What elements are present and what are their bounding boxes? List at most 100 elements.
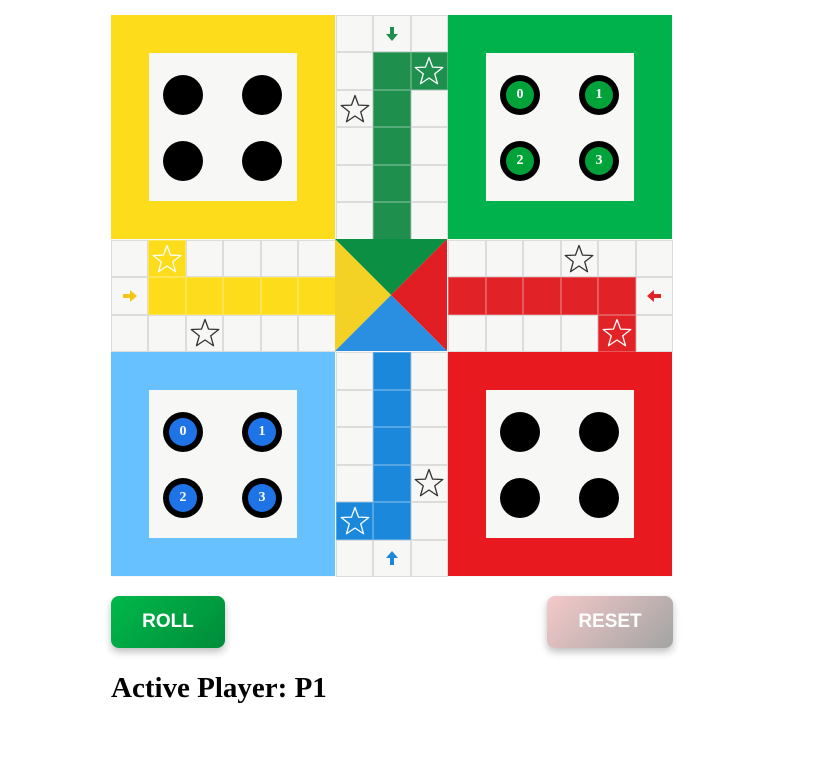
track-cell [335,539,374,578]
blue-piece-slot: 3 [242,478,282,518]
arrow-left-icon [636,277,673,314]
track-cell [185,277,224,315]
track-cell [485,277,524,315]
track-cell [410,127,449,165]
star-icon [336,502,373,539]
track-cell [485,239,524,278]
green-piece-slot: 3 [579,141,619,181]
track-cell [373,464,411,503]
track-cell [335,52,374,90]
star-icon [186,315,223,352]
track-cell [148,314,186,353]
yellow-home-base [111,15,335,239]
track-cell [335,427,374,465]
track-cell [148,277,186,315]
reset-button[interactable]: RESET [547,596,673,648]
track-cell [260,314,299,353]
track-cell [373,427,411,465]
track-cell [448,314,486,353]
star-icon [148,240,185,277]
blue-home-area: 0 1 2 3 [149,390,297,538]
yellow-piece-slot [242,141,282,181]
track-cell [410,427,449,465]
track-cell [373,164,411,203]
yellow-piece-slot [163,75,203,115]
star-icon [411,52,448,89]
track-cell [223,277,261,315]
track-cell [335,164,374,203]
blue-token[interactable]: 2 [169,484,197,512]
track-cell [111,239,149,278]
arrow-up-icon [373,540,410,577]
green-piece-slot: 2 [500,141,540,181]
blue-piece-slot: 1 [242,412,282,452]
star-icon [561,240,598,277]
green-piece-slot: 1 [579,75,619,115]
blue-home-base: 0 1 2 3 [111,352,335,576]
track-cell [635,314,674,353]
green-token[interactable]: 3 [585,147,613,175]
yellow-home-area [149,53,297,201]
track-cell [410,352,449,390]
track-cell [335,464,374,503]
red-piece-slot [579,478,619,518]
green-token[interactable]: 0 [506,81,534,109]
blue-token[interactable]: 3 [248,484,276,512]
track-cell [560,314,599,353]
track-cell [373,202,411,240]
track-cell [335,352,374,390]
track-cell [373,127,411,165]
track-cell [373,389,411,428]
green-home-base: 0 1 2 3 [448,15,672,239]
track-cell [410,89,449,128]
track-cell [298,277,336,315]
track-cell [598,239,636,278]
track-cell [523,277,561,315]
track-cell [298,314,336,353]
track-cell [410,502,449,540]
arrow-down-icon [373,15,410,52]
blue-token[interactable]: 1 [248,418,276,446]
green-token[interactable]: 2 [506,147,534,175]
red-home-base [448,352,672,576]
green-token[interactable]: 1 [585,81,613,109]
track-cell [111,314,149,353]
star-icon [598,315,635,352]
track-cell [373,352,411,390]
track-cell [335,127,374,165]
track-cell [560,277,599,315]
roll-button[interactable]: ROLL [111,596,225,648]
track-cell [448,277,486,315]
track-cell [335,202,374,240]
track-cell [185,239,224,278]
track-cell [410,15,449,53]
track-cell [485,314,524,353]
track-cell [410,389,449,428]
blue-token[interactable]: 0 [169,418,197,446]
blue-piece-slot: 2 [163,478,203,518]
blue-piece-slot: 0 [163,412,203,452]
track-cell [373,52,411,90]
active-player-status: Active Player: P1 [111,672,327,704]
yellow-piece-slot [163,141,203,181]
track-cell [410,164,449,203]
track-cell [410,202,449,240]
track-cell [448,239,486,278]
track-cell [335,389,374,428]
star-icon [411,465,448,502]
track-cell [598,277,636,315]
center-home-triangle [335,239,447,351]
arrow-right-icon [111,277,148,314]
track-cell [298,239,336,278]
track-cell [335,15,374,53]
track-cell [260,239,299,278]
track-cell [223,314,261,353]
red-piece-slot [500,478,540,518]
yellow-piece-slot [242,75,282,115]
ludo-board: 0 1 2 3 0 1 2 3 [111,15,674,578]
track-cell [635,239,674,278]
track-cell [523,314,561,353]
red-piece-slot [579,412,619,452]
star-icon [336,90,373,127]
track-cell [410,539,449,578]
